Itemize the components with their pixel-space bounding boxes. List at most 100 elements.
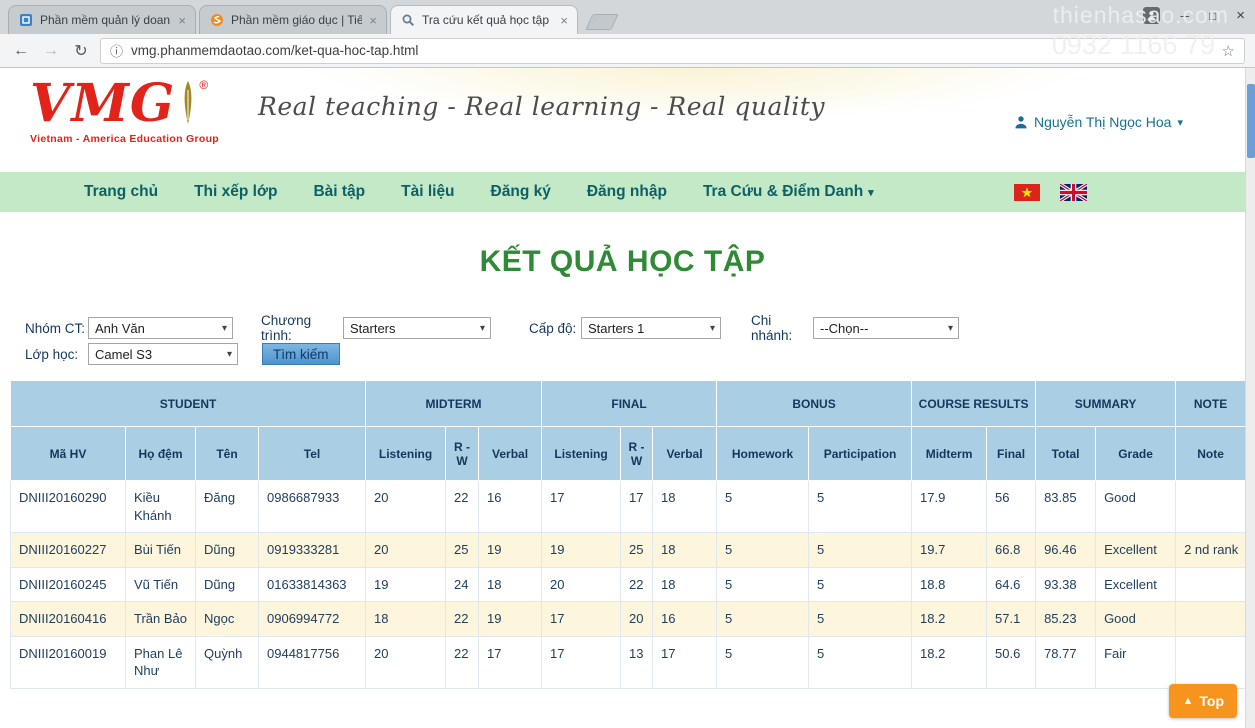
table-cell: 19.7 bbox=[912, 533, 987, 568]
table-cell: Good bbox=[1096, 481, 1176, 533]
tab-giao-duc[interactable]: Phần mềm giáo dục | Tiế × bbox=[199, 5, 387, 34]
table-cell: 20 bbox=[542, 567, 621, 602]
select-arrow-icon: ▾ bbox=[948, 323, 953, 334]
refresh-button[interactable]: ↻ bbox=[70, 41, 92, 61]
chuong-trinh-select[interactable]: Starters▾ bbox=[343, 317, 491, 339]
vietnam-flag-icon[interactable] bbox=[1014, 184, 1040, 201]
tab-close-icon[interactable]: × bbox=[178, 14, 186, 27]
table-cell: 16 bbox=[653, 602, 717, 637]
table-cell: DNIII20160245 bbox=[11, 567, 126, 602]
table-cell: 0944817756 bbox=[259, 636, 366, 688]
browser-toolbar: ← → ↻ ⓘ vmg.phanmemdaotao.com/ket-qua-ho… bbox=[0, 34, 1255, 68]
nav-item-dang-ky[interactable]: Đăng ký bbox=[491, 183, 551, 201]
chi-nhanh-select[interactable]: --Chọn--▾ bbox=[813, 317, 959, 339]
table-cell: 5 bbox=[717, 533, 809, 568]
tab2-favicon-icon bbox=[209, 13, 224, 28]
column-header: Final bbox=[987, 427, 1036, 481]
forward-button[interactable]: → bbox=[40, 42, 62, 60]
nav-item-tai-lieu[interactable]: Tài liệu bbox=[401, 183, 454, 201]
table-cell: 5 bbox=[809, 602, 912, 637]
nhom-ct-select[interactable]: Anh Văn▾ bbox=[88, 317, 233, 339]
table-cell: 18 bbox=[653, 481, 717, 533]
column-header: Listening bbox=[542, 427, 621, 481]
tab-quan-ly-doanh[interactable]: Phần mềm quản lý doanh × bbox=[8, 5, 196, 34]
column-header: Mã HV bbox=[11, 427, 126, 481]
tab-bar: Phần mềm quản lý doanh × Phần mềm giáo d… bbox=[0, 0, 1255, 34]
scroll-to-top-button[interactable]: ▲ Top bbox=[1169, 684, 1237, 718]
group-header: FINAL bbox=[542, 381, 717, 427]
search-button[interactable]: Tìm kiếm bbox=[262, 343, 340, 365]
new-tab-button[interactable] bbox=[585, 14, 618, 30]
address-bar[interactable]: ⓘ vmg.phanmemdaotao.com/ket-qua-hoc-tap.… bbox=[100, 38, 1245, 64]
nav-item-tra-cuu-diem-danh[interactable]: Tra Cứu & Điểm Danh▾ bbox=[703, 183, 874, 201]
tab-tra-cuu-ket-qua[interactable]: Tra cứu kết quả học tập × bbox=[390, 5, 578, 34]
table-cell: Dũng bbox=[196, 533, 259, 568]
select-arrow-icon: ▾ bbox=[710, 323, 715, 334]
page-title: KẾT QUẢ HỌC TẬP bbox=[0, 244, 1245, 280]
table-cell: 56 bbox=[987, 481, 1036, 533]
select-value: Camel S3 bbox=[95, 347, 152, 362]
nav-item-label: Bài tập bbox=[313, 183, 365, 201]
user-menu[interactable]: Nguyễn Thị Ngọc Hoa ▾ bbox=[1014, 114, 1183, 130]
tab-label: Tra cứu kết quả học tập bbox=[422, 13, 553, 27]
vmg-logo[interactable]: VMG ® Vietnam - America Education Group bbox=[30, 76, 219, 145]
table-cell: 19 bbox=[366, 567, 446, 602]
table-row: DNIII20160019Phan Lê NhưQuỳnh09448177562… bbox=[11, 636, 1246, 688]
column-header: R - W bbox=[446, 427, 479, 481]
tab-label: Phần mềm giáo dục | Tiế bbox=[231, 13, 362, 27]
table-cell: 24 bbox=[446, 567, 479, 602]
maximize-button[interactable]: □ bbox=[1209, 9, 1216, 23]
table-cell: 64.6 bbox=[987, 567, 1036, 602]
page-info-icon[interactable]: ⓘ bbox=[110, 41, 123, 60]
nav-item-bai-tap[interactable]: Bài tập bbox=[313, 183, 365, 201]
scrollbar-thumb[interactable] bbox=[1247, 84, 1255, 158]
table-cell: 0919333281 bbox=[259, 533, 366, 568]
column-header: Grade bbox=[1096, 427, 1176, 481]
table-row: DNIII20160227Bùi TiếnDũng091933328120251… bbox=[11, 533, 1246, 568]
table-cell: 5 bbox=[809, 533, 912, 568]
nav-item-label: Tài liệu bbox=[401, 183, 454, 201]
browser-profile-button[interactable] bbox=[1143, 7, 1160, 24]
tab-close-icon[interactable]: × bbox=[560, 14, 568, 27]
bookmark-star-icon[interactable]: ☆ bbox=[1222, 42, 1235, 60]
cap-do-select[interactable]: Starters 1▾ bbox=[581, 317, 721, 339]
table-cell: Kiều Khánh bbox=[126, 481, 196, 533]
select-value: Anh Văn bbox=[95, 321, 145, 336]
table-cell: 18 bbox=[653, 567, 717, 602]
nav-item-trang-chu[interactable]: Trang chủ bbox=[84, 183, 158, 201]
table-cell: 13 bbox=[621, 636, 653, 688]
table-column-row: Mã HVHọ đệmTênTelListeningR - WVerbalLis… bbox=[11, 427, 1246, 481]
group-header: SUMMARY bbox=[1036, 381, 1176, 427]
main-nav: Trang chủ Thi xếp lớp Bài tập Tài liệu Đ… bbox=[0, 172, 1245, 212]
lop-hoc-label: Lớp học: bbox=[25, 347, 88, 362]
nav-item-thi-xep-lop[interactable]: Thi xếp lớp bbox=[194, 183, 277, 201]
registered-mark: ® bbox=[199, 78, 208, 92]
table-cell: 20 bbox=[366, 636, 446, 688]
table-cell: 17 bbox=[542, 636, 621, 688]
nav-item-dang-nhap[interactable]: Đăng nhập bbox=[587, 183, 667, 201]
column-header: Listening bbox=[366, 427, 446, 481]
table-cell: 50.6 bbox=[987, 636, 1036, 688]
table-cell: 19 bbox=[542, 533, 621, 568]
table-cell: 85.23 bbox=[1036, 602, 1096, 637]
table-cell: Bùi Tiến bbox=[126, 533, 196, 568]
url-text: vmg.phanmemdaotao.com/ket-qua-hoc-tap.ht… bbox=[131, 43, 1214, 58]
user-icon bbox=[1014, 115, 1028, 129]
table-group-row: STUDENTMIDTERMFINALBONUSCOURSE RESULTSSU… bbox=[11, 381, 1246, 427]
table-cell: 16 bbox=[479, 481, 542, 533]
minimize-button[interactable]: ─ bbox=[1180, 9, 1189, 23]
column-header: Verbal bbox=[479, 427, 542, 481]
select-arrow-icon: ▾ bbox=[480, 323, 485, 334]
uk-flag-icon[interactable] bbox=[1060, 184, 1087, 201]
close-button[interactable]: × bbox=[1236, 7, 1245, 24]
table-cell: DNIII20160416 bbox=[11, 602, 126, 637]
back-button[interactable]: ← bbox=[10, 42, 32, 60]
table-cell: 18.2 bbox=[912, 602, 987, 637]
lop-hoc-select[interactable]: Camel S3▾ bbox=[88, 343, 238, 365]
user-name: Nguyễn Thị Ngọc Hoa bbox=[1034, 114, 1171, 130]
column-header: Note bbox=[1176, 427, 1245, 481]
up-arrow-icon: ▲ bbox=[1182, 695, 1193, 707]
nhom-ct-label: Nhóm CT: bbox=[25, 321, 88, 336]
table-cell: 25 bbox=[621, 533, 653, 568]
tab-close-icon[interactable]: × bbox=[369, 14, 377, 27]
